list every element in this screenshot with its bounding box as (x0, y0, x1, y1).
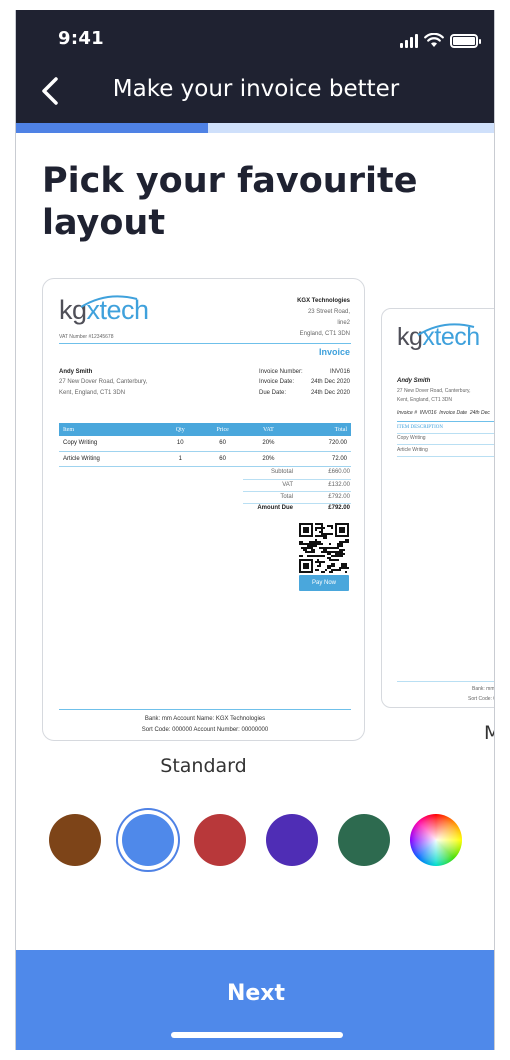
column-header: Price (199, 423, 246, 436)
wifi-icon (424, 33, 444, 47)
table-divider (397, 444, 494, 445)
table-cell: 20% (245, 436, 292, 452)
table-row: Copy Writing (397, 435, 426, 441)
status-icons (400, 30, 481, 48)
page-title: Pick your favourite layout (42, 161, 418, 243)
layout-label-alt: M (484, 722, 494, 744)
table-cell: 60 (199, 451, 246, 467)
progress-fill (16, 123, 208, 133)
color-picker-icon[interactable] (410, 814, 462, 866)
qr-code-icon (299, 523, 349, 573)
client-name: Andy Smith (59, 369, 93, 375)
client-address-1: 27 New Dover Road, Canterbury, (59, 379, 148, 385)
column-header: VAT (245, 423, 292, 436)
layout-label-standard: Standard (160, 755, 247, 777)
totals-value: £132.00 (328, 482, 350, 488)
signal-icon (400, 34, 418, 48)
status-time: 9:41 (58, 28, 104, 49)
footer-sort-code: Sort Code: 000000 Account Number: 000000… (141, 727, 269, 733)
footer-divider (59, 709, 351, 710)
totals-value: £660.00 (328, 469, 350, 475)
company-address-2: line2 (337, 320, 350, 326)
company-address-3: England, CT1 3DN (299, 331, 350, 337)
footer-sort-code: Sort Code: 0 (468, 696, 495, 702)
meta-label: Due Date: (259, 390, 287, 396)
home-indicator (171, 1032, 343, 1038)
table-row: Copy Writing 10 60 20% 720.00 (59, 436, 351, 452)
totals-value: £792.00 (328, 494, 350, 500)
layout-card-alt[interactable]: kgxtech Andy Smith 27 New Dover Road, Ca… (381, 308, 495, 708)
table-cell: 72.00 (291, 451, 351, 467)
meta-value: INV016 (329, 369, 350, 375)
totals-label: Total (280, 494, 293, 500)
table-divider (397, 421, 494, 422)
client-name: Andy Smith (397, 378, 431, 384)
amount-due-label: Amount Due (257, 505, 293, 511)
color-swatch-blue[interactable] (122, 814, 174, 866)
invoice-heading: Invoice (318, 347, 350, 357)
totals-divider (243, 479, 351, 480)
meta-value: 24th Dec 2020 (310, 379, 350, 385)
client-address-2: Kent, England, CT1 3DN (59, 390, 126, 396)
totals-label: Subtotal (270, 469, 293, 475)
company-address-1: 23 Street Road, (307, 309, 350, 315)
color-swatch-red[interactable] (194, 814, 246, 866)
phone-screen: 9:41 Make your invoice better Pick your … (15, 10, 495, 1050)
table-cell: Article Writing (59, 451, 161, 467)
table-row: Article Writing 1 60 20% 72.00 (59, 451, 351, 467)
amount-due-value: £792.00 (328, 505, 350, 511)
table-cell: 1 (160, 451, 200, 467)
column-header: ITEM DESCRIPTION (397, 425, 443, 430)
footer-bank: Bank: mm Account Name: KGX Technologies (144, 716, 266, 722)
battery-icon (450, 34, 481, 48)
app-header: 9:41 Make your invoice better (16, 10, 494, 123)
color-swatch-purple[interactable] (266, 814, 318, 866)
footer-bank: Bank: mm (472, 686, 495, 692)
totals-label: VAT (282, 482, 293, 488)
meta-value: 24th Dec 2020 (310, 390, 350, 396)
column-header: Total (291, 423, 351, 436)
company-name: KGX Technologies (297, 298, 350, 304)
client-address-2: Kent, England, CT1 3DN (397, 397, 453, 403)
nav-title: Make your invoice better (112, 76, 400, 102)
vat-number: VAT Number #12345678 (59, 334, 114, 340)
header-divider (59, 343, 351, 344)
client-address-1: 27 New Dover Road, Canterbury, (397, 388, 471, 394)
table-cell: 20% (245, 451, 292, 467)
color-swatch-green[interactable] (338, 814, 390, 866)
invoice-line: Invoice # INV016 Invoice Date 24th Dec (397, 410, 490, 416)
pay-now-button: Pay Now (299, 575, 349, 591)
table-cell: Copy Writing (59, 436, 161, 452)
progress-bar (16, 123, 494, 133)
table-cell: 10 (160, 436, 200, 452)
footer-divider (397, 681, 494, 682)
layout-card-standard[interactable]: kgxtech VAT Number #12345678 KGX Technol… (42, 278, 365, 741)
logo-swoosh-icon (80, 295, 138, 308)
table-header-row: Item Qty Price VAT Total (59, 423, 351, 436)
table-cell: 720.00 (291, 436, 351, 452)
column-header: Item (59, 423, 161, 436)
color-swatch-brown[interactable] (49, 814, 101, 866)
logo-swoosh-icon (417, 323, 475, 336)
invoice-table: Item Qty Price VAT Total Copy Writing 10… (59, 423, 351, 467)
table-divider (397, 456, 494, 457)
table-row: Article Writing (397, 447, 428, 453)
table-cell: 60 (199, 436, 246, 452)
column-header: Qty (160, 423, 200, 436)
totals-divider (243, 491, 351, 492)
meta-label: Invoice Date: (259, 379, 295, 385)
